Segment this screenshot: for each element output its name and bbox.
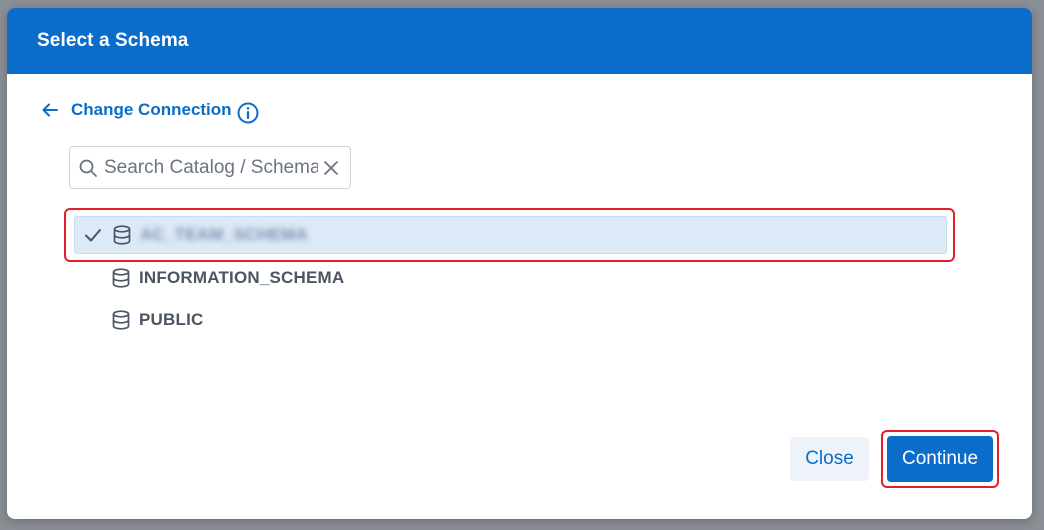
database-icon [113, 225, 131, 245]
close-icon[interactable] [322, 159, 340, 177]
schema-row[interactable]: PUBLIC [74, 301, 947, 339]
schema-label: AC_TEAM_SCHEMA [140, 225, 309, 244]
search-box [69, 146, 351, 189]
continue-button[interactable]: Continue [887, 436, 993, 482]
search-input[interactable] [104, 156, 318, 179]
schema-label: INFORMATION_SCHEMA [139, 268, 345, 287]
database-icon [112, 310, 130, 330]
info-icon[interactable] [236, 101, 260, 125]
schema-row-selected[interactable]: AC_TEAM_SCHEMA [74, 216, 947, 254]
checkmark-icon [85, 229, 101, 242]
search-icon [79, 159, 97, 177]
dialog-title: Select a Schema [37, 30, 189, 51]
arrow-left-icon [42, 103, 58, 117]
change-connection-label: Change Connection [71, 100, 232, 119]
schema-label: PUBLIC [139, 310, 204, 329]
schema-row[interactable]: INFORMATION_SCHEMA [74, 259, 947, 297]
dialog-header: Select a Schema [7, 8, 1032, 74]
close-button[interactable]: Close [790, 437, 869, 481]
database-icon [112, 268, 130, 288]
change-connection-link[interactable]: Change Connection [40, 100, 232, 120]
